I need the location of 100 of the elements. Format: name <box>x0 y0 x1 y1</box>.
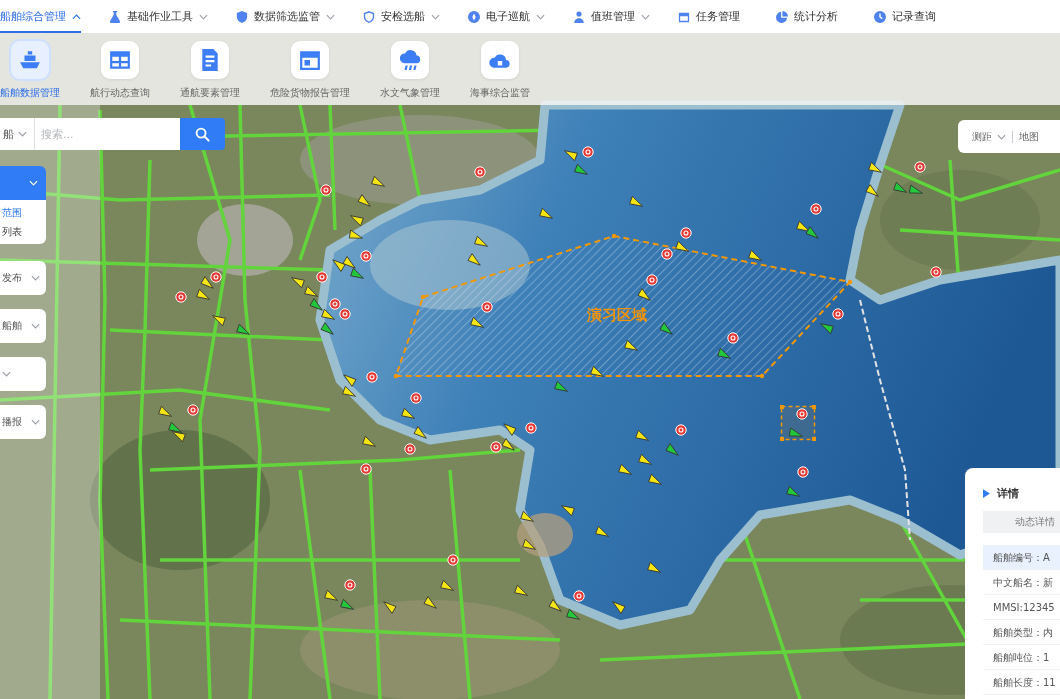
ship-marker-icon[interactable] <box>618 463 632 475</box>
ship-marker-icon[interactable] <box>172 431 186 443</box>
filter-select[interactable]: 播报 <box>0 405 46 439</box>
nav-menu-item[interactable]: 任务管理 <box>678 0 748 33</box>
ship-marker-icon[interactable] <box>503 423 517 436</box>
ship-marker-icon[interactable] <box>590 365 604 377</box>
ship-marker-icon[interactable] <box>595 525 609 537</box>
alert-pin-icon[interactable] <box>360 250 372 262</box>
alert-pin-icon[interactable] <box>796 408 808 420</box>
ship-marker-icon[interactable] <box>320 322 334 335</box>
nav-menu-item[interactable]: 记录查询 <box>874 0 944 33</box>
ship-marker-icon[interactable] <box>212 315 226 327</box>
dropdown-item[interactable]: 列表 <box>0 222 46 241</box>
ship-marker-icon[interactable] <box>342 256 356 269</box>
alert-pin-icon[interactable] <box>210 271 222 283</box>
toolbar-button[interactable]: 水文气象管理 <box>380 41 440 100</box>
ship-marker-icon[interactable] <box>786 485 800 497</box>
ship-marker-icon[interactable] <box>514 584 528 596</box>
alert-pin-icon[interactable] <box>661 248 673 260</box>
ship-marker-icon[interactable] <box>675 240 689 252</box>
ship-marker-icon[interactable] <box>362 435 376 447</box>
ship-marker-icon[interactable] <box>168 421 182 433</box>
alert-pin-icon[interactable] <box>329 298 341 310</box>
search-scope-select[interactable]: 船 <box>0 118 34 150</box>
ship-marker-icon[interactable] <box>348 229 363 239</box>
alert-pin-icon[interactable] <box>447 554 459 566</box>
nav-menu-item[interactable]: 安检选船 <box>363 0 440 33</box>
ship-marker-icon[interactable] <box>321 308 335 320</box>
alert-pin-icon[interactable] <box>675 424 687 436</box>
ship-marker-icon[interactable] <box>423 596 437 609</box>
ship-marker-icon[interactable] <box>304 285 318 297</box>
alert-pin-icon[interactable] <box>680 227 692 239</box>
search-field[interactable]: 搜索... <box>34 118 180 150</box>
ship-marker-icon[interactable] <box>340 598 354 610</box>
toolbar-button[interactable]: 船舶数据管理 <box>0 41 60 100</box>
ship-marker-icon[interactable] <box>635 429 649 441</box>
ship-marker-icon[interactable] <box>648 473 662 485</box>
ship-marker-icon[interactable] <box>350 215 364 227</box>
ship-marker-icon[interactable] <box>659 322 673 335</box>
ship-marker-icon[interactable] <box>343 374 357 387</box>
ship-marker-icon[interactable] <box>647 561 661 573</box>
measure-dropdown[interactable]: 测距 <box>972 129 1006 144</box>
ship-marker-icon[interactable] <box>748 249 762 261</box>
ship-marker-icon[interactable] <box>401 407 415 419</box>
ship-marker-icon[interactable] <box>717 347 731 359</box>
ship-marker-icon[interactable] <box>893 181 907 193</box>
ship-marker-icon[interactable] <box>638 453 652 465</box>
alert-pin-icon[interactable] <box>320 184 332 196</box>
alert-pin-icon[interactable] <box>316 271 328 283</box>
ship-marker-icon[interactable] <box>357 194 371 207</box>
ship-marker-icon[interactable] <box>291 277 305 289</box>
alert-pin-icon[interactable] <box>344 579 356 591</box>
ship-marker-icon[interactable] <box>548 599 562 612</box>
dropdown-item[interactable]: 范围 <box>0 203 46 222</box>
ship-marker-icon[interactable] <box>908 184 923 194</box>
ship-marker-icon[interactable] <box>371 175 385 187</box>
filter-select[interactable]: 船舶 <box>0 309 46 343</box>
ship-marker-icon[interactable] <box>820 323 834 335</box>
alert-pin-icon[interactable] <box>582 146 594 158</box>
alert-pin-icon[interactable] <box>797 466 809 478</box>
ship-marker-icon[interactable] <box>561 505 575 517</box>
alert-pin-icon[interactable] <box>914 161 926 173</box>
ship-marker-icon[interactable] <box>522 538 536 550</box>
alert-pin-icon[interactable] <box>525 422 537 434</box>
ship-marker-icon[interactable] <box>332 259 346 272</box>
alert-pin-icon[interactable] <box>404 443 416 455</box>
ship-marker-icon[interactable] <box>520 510 534 522</box>
ship-marker-icon[interactable] <box>554 380 568 392</box>
ship-marker-icon[interactable] <box>342 385 356 397</box>
ship-marker-icon[interactable] <box>474 235 488 247</box>
alert-pin-icon[interactable] <box>490 441 502 453</box>
ship-marker-icon[interactable] <box>574 163 588 175</box>
alert-pin-icon[interactable] <box>646 274 658 286</box>
search-button[interactable] <box>180 118 225 150</box>
toolbar-button[interactable]: 通航要素管理 <box>180 41 240 100</box>
alert-pin-icon[interactable] <box>187 404 199 416</box>
ship-marker-icon[interactable] <box>196 288 210 300</box>
alert-pin-icon[interactable] <box>810 203 822 215</box>
ship-marker-icon[interactable] <box>612 601 626 614</box>
alert-pin-icon[interactable] <box>474 166 486 178</box>
alert-pin-icon[interactable] <box>573 590 585 602</box>
nav-menu-item[interactable]: 统计分析 <box>776 0 846 33</box>
ship-marker-icon[interactable] <box>309 298 323 311</box>
ship-marker-icon[interactable] <box>413 426 427 439</box>
ship-marker-icon[interactable] <box>796 220 810 232</box>
alert-pin-icon[interactable] <box>410 392 422 404</box>
nav-menu-item[interactable]: 值班管理 <box>573 0 650 33</box>
ship-marker-icon[interactable] <box>868 161 882 173</box>
alert-pin-icon[interactable] <box>175 291 187 303</box>
map-type-button[interactable]: 地图 <box>1019 129 1039 144</box>
ship-marker-icon[interactable] <box>564 150 578 162</box>
ship-marker-icon[interactable] <box>440 579 454 591</box>
ship-marker-icon[interactable] <box>805 226 819 239</box>
toolbar-button[interactable]: 危险货物报告管理 <box>270 41 350 100</box>
ship-marker-icon[interactable] <box>665 443 679 456</box>
nav-menu-item[interactable]: 船舶综合管理 <box>0 0 81 33</box>
ship-marker-icon[interactable] <box>637 288 651 301</box>
ship-marker-icon[interactable] <box>501 438 515 451</box>
filter-select[interactable]: 发布 <box>0 261 46 295</box>
alert-pin-icon[interactable] <box>366 371 378 383</box>
